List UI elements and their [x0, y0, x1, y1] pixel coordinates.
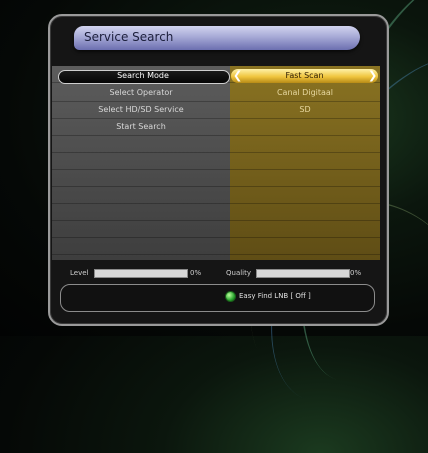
signal-bars: Level 0% Quality 0%: [52, 264, 380, 284]
select-hd-sd-label: Select HD/SD Service: [98, 105, 184, 114]
menu-row-select-operator[interactable]: Select Operator Canal Digitaal: [52, 85, 380, 102]
quality-label: Quality: [226, 269, 252, 277]
search-mode-value[interactable]: Fast Scan: [231, 69, 378, 83]
chevron-left-icon[interactable]: ❮: [233, 69, 242, 83]
empty-row: [52, 187, 380, 204]
quality-bar: [256, 269, 350, 278]
level-label: Level: [70, 269, 89, 277]
info-box: Easy Find LNB [ Off ]: [60, 284, 375, 312]
title-bar: Service Search: [74, 26, 360, 50]
chevron-right-icon[interactable]: ❯: [368, 69, 377, 83]
search-mode-label[interactable]: Search Mode: [58, 70, 228, 82]
menu-row-select-hd-sd[interactable]: Select HD/SD Service SD: [52, 102, 380, 119]
quality-percent: 0%: [350, 269, 362, 277]
menu-row-start-search[interactable]: Start Search: [52, 119, 380, 136]
green-dot-icon: [225, 291, 236, 302]
select-operator-value: Canal Digitaal: [276, 88, 334, 97]
empty-row: [52, 136, 380, 153]
empty-row: [52, 153, 380, 170]
easy-find-lnb-label[interactable]: Easy Find LNB [ Off ]: [239, 292, 311, 300]
start-search-label: Start Search: [116, 122, 166, 131]
level-bar: [94, 269, 188, 278]
page-title: Service Search: [84, 30, 174, 44]
select-operator-label: Select Operator: [109, 88, 173, 97]
select-hd-sd-value: SD: [299, 105, 311, 114]
level-percent: 0%: [190, 269, 202, 277]
empty-row: [52, 170, 380, 187]
empty-row: [52, 238, 380, 255]
empty-row: [52, 221, 380, 238]
empty-row: [52, 204, 380, 221]
